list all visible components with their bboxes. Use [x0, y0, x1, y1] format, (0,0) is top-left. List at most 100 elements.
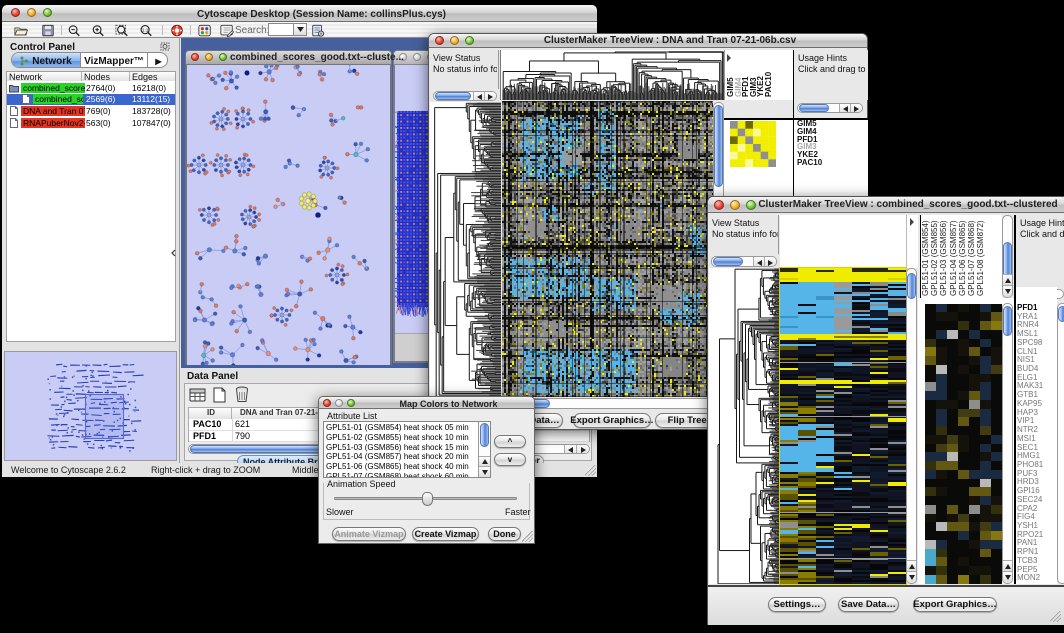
tv2-zoom-vscrollbar[interactable]	[1002, 303, 1013, 584]
scroll-up-icon[interactable]	[1003, 560, 1012, 571]
search-dropdown-icon[interactable]	[293, 24, 306, 35]
divider-collapse-icon[interactable]	[170, 249, 177, 257]
tv2-settings-button[interactable]: Settings…	[768, 597, 826, 612]
attribute-list[interactable]: GPL51-01 (GSM854) heat shock 05 minGPL51…	[323, 421, 491, 478]
tv2-labels-vscroll-thumb[interactable]	[1003, 242, 1012, 278]
vizmapper-icon[interactable]	[198, 24, 212, 37]
help-ring-icon[interactable]	[170, 24, 184, 37]
attr-col-id[interactable]: ID	[189, 408, 232, 419]
network-table-header-network[interactable]: Network	[7, 72, 82, 81]
tv1-titlebar[interactable]: ClusterMaker TreeView : DNA and Tran 07-…	[429, 34, 867, 48]
network-table-header-nodes[interactable]: Nodes	[82, 72, 130, 81]
attribute-list-item[interactable]: GPL51-03 (GSM856) heat shock 15 min	[326, 443, 476, 452]
scroll-right-icon[interactable]	[484, 92, 496, 101]
tv2-heatmap-vscrollbar[interactable]	[906, 268, 917, 584]
tv1-column-dendrogram-canvas[interactable]	[502, 50, 724, 100]
scroll-down-icon[interactable]	[907, 571, 916, 583]
network-table-row[interactable]: DNA and Tran 07769(0)183728(0)	[7, 105, 175, 117]
annotation-icon[interactable]	[220, 24, 234, 37]
scroll-right-icon[interactable]	[850, 104, 862, 113]
attribute-list-vscroll-thumb[interactable]	[480, 423, 489, 447]
tab-vizmapper[interactable]: VizMapper™	[81, 53, 147, 68]
tv2-heatmap[interactable]	[780, 268, 906, 584]
attribute-list-item[interactable]: GPL51-04 (GSM857) heat shock 20 min	[326, 452, 476, 461]
filter-icon[interactable]	[311, 24, 325, 37]
maximize-button[interactable]	[43, 8, 52, 17]
tv2-genes-vscroll-thumb[interactable]	[1058, 306, 1064, 322]
tv1-hints-hscroll-thumb[interactable]	[799, 104, 829, 112]
network-table-row[interactable]: combined_scores_2764(0)16218(0)	[7, 82, 175, 94]
window-a-close-button[interactable]	[191, 53, 199, 61]
tv2-status-hscrollbar[interactable]	[711, 256, 777, 267]
scroll-left-icon[interactable]	[473, 92, 484, 101]
delete-attribute-icon[interactable]	[235, 386, 249, 403]
network-table-row[interactable]: RNAPuberNov2+563(0)107847(0)	[7, 117, 175, 129]
tv1-row-dendrogram[interactable]	[430, 102, 501, 397]
float-panel-icon[interactable]	[160, 42, 170, 51]
tv1-heatmap-canvas[interactable]	[502, 101, 713, 397]
tv2-status-hscroll-thumb[interactable]	[713, 257, 743, 266]
dialog-titlebar[interactable]: Map Colors to Network	[319, 397, 534, 409]
network-overview-panel[interactable]	[4, 351, 177, 461]
attribute-select-icon[interactable]	[189, 387, 206, 403]
main-resize-grip[interactable]	[585, 465, 596, 476]
scroll-up-icon[interactable]	[1003, 274, 1012, 285]
tv2-save-data-button[interactable]: Save Data…	[838, 597, 899, 612]
tv2-labels-vscrollbar[interactable]	[1002, 215, 1013, 298]
tv2-maximize-button[interactable]	[746, 200, 756, 210]
tv1-close-button[interactable]	[435, 36, 444, 45]
main-titlebar[interactable]: Cytoscape Desktop (Session Name: collins…	[2, 5, 597, 22]
zoom-selected-icon[interactable]	[115, 24, 129, 37]
tv1-export-graphics-button[interactable]: Export Graphics…	[573, 413, 651, 428]
animate-vizmap-button[interactable]: Animate Vizmap	[332, 527, 406, 541]
save-icon[interactable]	[41, 24, 55, 37]
tv1-hints-hscrollbar[interactable]	[797, 103, 863, 113]
tv2-close-button[interactable]	[714, 200, 724, 210]
tv1-row-dendrogram-canvas[interactable]	[430, 102, 501, 397]
scroll-up-icon[interactable]	[479, 456, 490, 466]
zoom-out-icon[interactable]	[67, 24, 81, 37]
scroll-left-icon[interactable]	[564, 445, 576, 454]
scroll-left-icon[interactable]	[839, 104, 850, 113]
attribute-list-vscrollbar[interactable]	[478, 422, 490, 477]
window-b-minimize-button[interactable]	[413, 53, 421, 61]
tv2-minimize-button[interactable]	[730, 200, 740, 210]
dialog-maximize-button[interactable]	[347, 399, 355, 407]
tv2-zoom-vscroll-thumb[interactable]	[1003, 306, 1012, 336]
tv2-resize-grip[interactable]	[1050, 611, 1061, 622]
window-a-minimize-button[interactable]	[205, 53, 213, 61]
move-down-button[interactable]: v	[494, 453, 526, 466]
tv1-similarity-matrix[interactable]	[730, 121, 776, 167]
dialog-resize-grip[interactable]	[522, 531, 533, 542]
scroll-down-icon[interactable]	[479, 466, 490, 477]
scroll-right-icon[interactable]	[576, 445, 589, 454]
tv2-genes-vscrollbar[interactable]	[1057, 303, 1064, 584]
network-window-a[interactable]: combined_scores_good.txt--cluste...	[185, 50, 392, 365]
network-table-header-edges[interactable]: Edges	[130, 72, 176, 81]
search-input[interactable]	[268, 23, 307, 36]
move-up-button[interactable]: ^	[494, 435, 526, 448]
scroll-down-icon[interactable]	[1003, 285, 1012, 297]
scroll-left-icon[interactable]	[753, 257, 764, 267]
scroll-up-icon[interactable]	[907, 560, 916, 571]
tv2-zoom-heatmap[interactable]	[925, 304, 1002, 584]
tv1-status-hscrollbar[interactable]	[433, 91, 497, 101]
dialog-close-button[interactable]	[323, 399, 331, 407]
scroll-right-icon[interactable]	[764, 257, 776, 267]
tv1-similarity-matrix-canvas[interactable]	[730, 121, 776, 167]
open-folder-icon[interactable]	[14, 24, 28, 37]
tv1-heatmap-vscroll-thumb[interactable]	[714, 105, 723, 187]
animation-slider-thumb[interactable]	[422, 492, 433, 506]
close-button[interactable]	[11, 8, 20, 17]
zoom-in-icon[interactable]	[91, 24, 105, 37]
tab-network[interactable]: Network	[12, 53, 81, 68]
tv1-status-hscroll-thumb[interactable]	[435, 92, 471, 100]
tab-more-button[interactable]: ▶	[147, 53, 168, 68]
attribute-list-item[interactable]: GPL51-02 (GSM855) heat shock 10 min	[326, 433, 476, 442]
minimize-button[interactable]	[27, 8, 36, 17]
dialog-minimize-button[interactable]	[335, 399, 343, 407]
new-attribute-icon[interactable]	[212, 387, 227, 403]
scroll-down-icon[interactable]	[1003, 571, 1012, 583]
network-view-a[interactable]	[187, 65, 390, 365]
done-button[interactable]: Done	[488, 527, 521, 541]
